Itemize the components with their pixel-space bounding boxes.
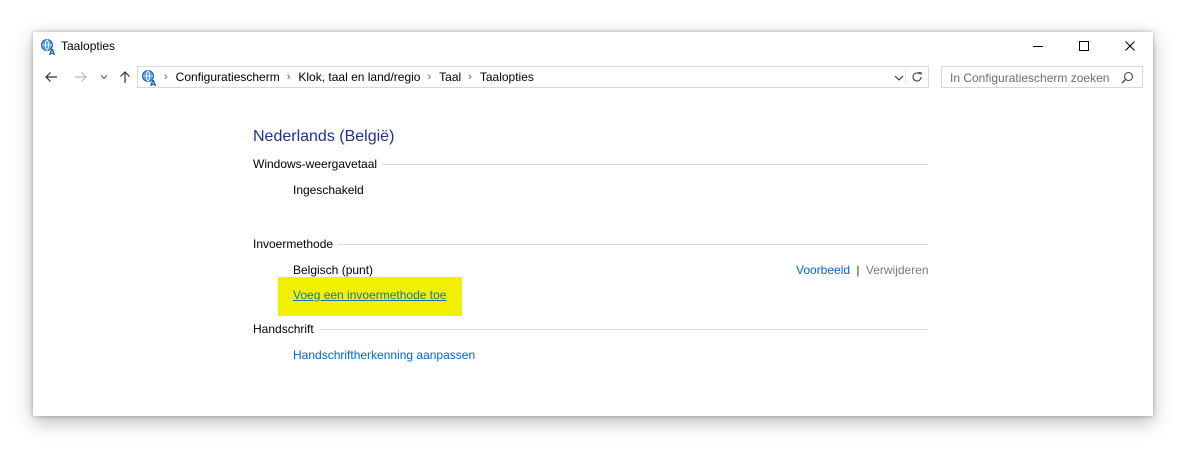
action-separator: | [856,263,860,277]
address-divider [905,69,906,85]
forward-arrow-icon [75,72,87,82]
preview-link[interactable]: Voorbeeld [796,263,850,277]
add-input-method-link[interactable]: Voeg een invoermethode toe [293,288,446,302]
page-title: Nederlands (België) [253,128,395,145]
keyboard-layout-name: Belgisch (punt) [293,263,374,277]
forward-button[interactable] [73,69,89,85]
up-arrow-icon [120,71,130,83]
handwriting-customize-link[interactable]: Handschriftherkenning aanpassen [293,348,475,362]
refresh-icon [912,71,922,82]
title-bar: A Taalopties [33,32,1153,60]
up-button[interactable] [117,69,133,85]
maximize-icon [1079,41,1089,51]
section-handwriting-label: Handschrift [253,322,319,336]
close-button[interactable] [1107,32,1153,60]
svg-text:A: A [150,79,157,87]
remove-link[interactable]: Verwijderen [866,263,929,277]
display-language-status: Ingeschakeld [293,183,364,197]
svg-text:A: A [49,48,56,56]
maximize-button[interactable] [1061,32,1107,60]
minimize-button[interactable] [1015,32,1061,60]
chevron-right-icon[interactable]: › [427,71,431,83]
refresh-button[interactable] [910,70,924,87]
breadcrumb-configuratiescherm[interactable]: Configuratiescherm [176,70,280,84]
chevron-down-icon [894,75,904,81]
breadcrumb: › Configuratiescherm › Klok, taal en lan… [164,70,534,84]
language-icon: A [141,69,159,88]
chevron-right-icon: › [164,71,168,83]
language-icon: A [40,38,58,57]
taalopties-window: A Taalopties A › Configuratiescherm › Kl… [33,32,1153,416]
section-divider [253,244,928,245]
recent-locations-button[interactable] [99,69,109,85]
section-display-language-label: Windows-weergavetaal [253,157,383,171]
chevron-right-icon[interactable]: › [468,71,472,83]
section-divider [253,329,928,330]
address-bar[interactable]: A › Configuratiescherm › Klok, taal en l… [137,66,929,88]
input-method-actions: Voorbeeld | Verwijderen [796,263,929,277]
address-dropdown-button[interactable] [894,72,904,86]
chevron-right-icon[interactable]: › [287,71,291,83]
window-title: Taalopties [61,39,116,53]
section-input-method-label: Invoermethode [253,237,339,251]
minimize-icon [1033,46,1043,47]
search-placeholder: In Configuratiescherm zoeken [950,71,1110,85]
close-icon [1125,41,1135,51]
breadcrumb-taal[interactable]: Taal [439,70,461,84]
recent-chevron-icon [100,75,108,80]
search-input[interactable]: In Configuratiescherm zoeken [941,66,1143,88]
back-arrow-icon [45,72,57,82]
back-button[interactable] [43,69,59,85]
search-icon[interactable] [1121,71,1134,87]
breadcrumb-klok-taal-regio[interactable]: Klok, taal en land/regio [298,70,420,84]
breadcrumb-taalopties[interactable]: Taalopties [480,70,534,84]
